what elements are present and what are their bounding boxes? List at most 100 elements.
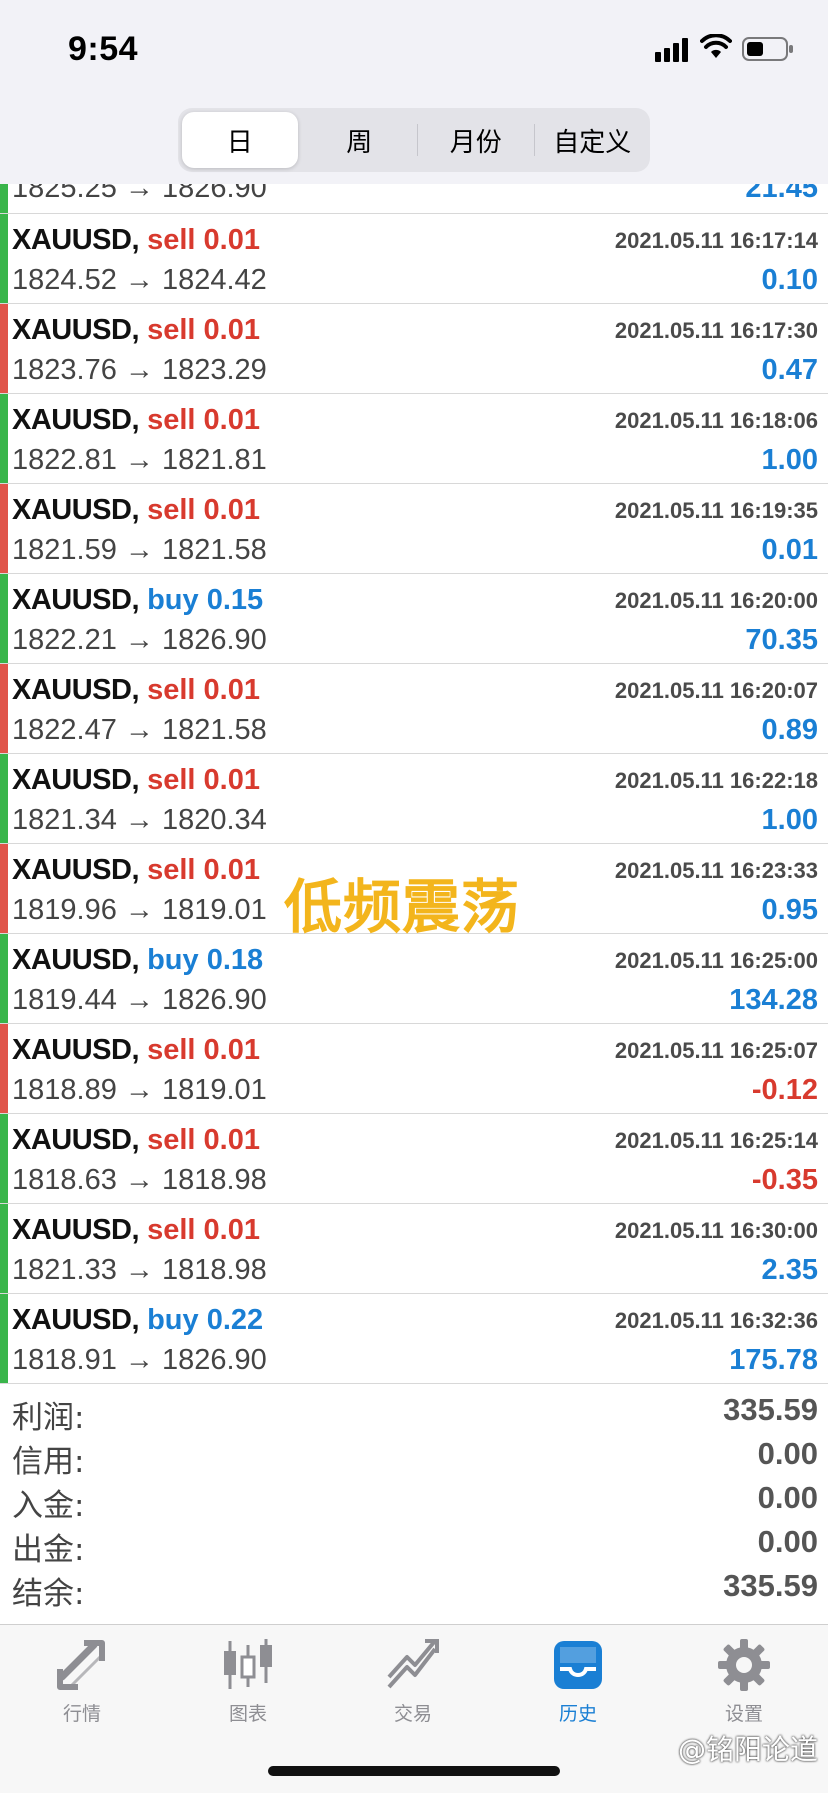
deal-symbol: XAUUSD, xyxy=(12,1034,140,1066)
deal-title: XAUUSD, buy 0.22 xyxy=(12,1304,263,1337)
deal-volume: 0.01 xyxy=(203,314,260,346)
deal-profit: 1.00 xyxy=(761,444,818,476)
deal-symbol: XAUUSD, xyxy=(12,584,140,616)
tab-quotes[interactable]: 行情 xyxy=(22,1637,142,1726)
tab-charts[interactable]: 图表 xyxy=(188,1637,308,1726)
deal-profit: 0.10 xyxy=(761,264,818,296)
candlestick-chart-icon xyxy=(224,1639,272,1689)
deal-symbol: XAUUSD, xyxy=(12,674,140,706)
deal-profit: 0.47 xyxy=(761,354,818,386)
author-watermark: @铭阳论道 xyxy=(677,1733,818,1766)
deal-symbol: XAUUSD, xyxy=(12,494,140,526)
credit-label: 信用: xyxy=(12,1444,85,1480)
tab-trade[interactable]: 交易 xyxy=(353,1637,473,1726)
deal-prices: 1823.76 → 1823.29 xyxy=(12,354,267,386)
deal-row[interactable]: XAUUSD, buy 0.18 2021.05.11 16:25:00 1819.… xyxy=(0,934,828,1024)
trade-chart-icon xyxy=(387,1639,439,1689)
deal-side: sell xyxy=(147,674,196,706)
deal-symbol: XAUUSD, xyxy=(12,854,140,886)
tab-history-label: 历史 xyxy=(558,1703,597,1725)
deal-profit: -0.35 xyxy=(751,1164,818,1196)
deal-prices: 1821.34 → 1820.34 xyxy=(12,804,267,836)
deal-row[interactable]: 1825.25 → 1826.90 21.45 xyxy=(0,184,828,214)
deal-profit: 21.45 xyxy=(745,184,818,204)
deal-symbol: XAUUSD, xyxy=(12,1124,140,1156)
deal-title: XAUUSD, sell 0.01 xyxy=(12,1214,260,1247)
deal-row[interactable]: XAUUSD, sell 0.01 2021.05.11 16:22:18 1821… xyxy=(0,754,828,844)
deal-volume: 0.01 xyxy=(203,1124,260,1156)
deal-row[interactable]: XAUUSD, sell 0.01 2021.05.11 16:25:14 1818… xyxy=(0,1114,828,1204)
summary-row-credit: 信用: 0.00 xyxy=(0,1434,828,1480)
deal-symbol: XAUUSD, xyxy=(12,1214,140,1246)
deal-side: sell xyxy=(147,1214,196,1246)
deal-symbol: XAUUSD, xyxy=(12,314,140,346)
deal-row[interactable]: XAUUSD, sell 0.01 2021.05.11 16:20:07 1822… xyxy=(0,664,828,754)
deal-datetime: 2021.05.11 16:20:07 xyxy=(614,678,818,703)
direction-bar xyxy=(0,214,8,303)
tab-settings[interactable]: 设置 xyxy=(684,1637,804,1726)
deal-row[interactable]: XAUUSD, buy 0.15 2021.05.11 16:20:00 1822.… xyxy=(0,574,828,664)
direction-bar xyxy=(0,1114,8,1203)
deal-title: XAUUSD, buy 0.18 xyxy=(12,944,263,977)
deal-symbol: XAUUSD, xyxy=(12,1304,140,1336)
credit-value: 0.00 xyxy=(757,1436,818,1471)
tab-week[interactable]: 周 xyxy=(302,108,418,172)
deal-symbol: XAUUSD, xyxy=(12,224,140,256)
period-selector-bar: 日 周 月份 自定义 xyxy=(0,100,828,184)
deal-side: buy xyxy=(147,584,199,616)
profit-value: 335.59 xyxy=(723,1392,818,1427)
deal-row[interactable]: XAUUSD, sell 0.01 2021.05.11 16:17:14 1824… xyxy=(0,214,828,304)
deal-title: XAUUSD, sell 0.01 xyxy=(12,764,260,797)
tab-day[interactable]: 日 xyxy=(182,112,298,168)
deal-prices: 1822.81 → 1821.81 xyxy=(12,444,267,476)
direction-bar xyxy=(0,484,8,573)
deal-row[interactable]: XAUUSD, sell 0.01 2021.05.11 16:18:06 1822… xyxy=(0,394,828,484)
deposit-value: 0.00 xyxy=(757,1480,818,1515)
tab-history[interactable]: 历史 xyxy=(518,1637,638,1726)
tab-trade-label: 交易 xyxy=(393,1703,432,1725)
tab-custom[interactable]: 自定义 xyxy=(535,108,651,172)
deal-volume: 0.01 xyxy=(203,494,260,526)
deal-prices: 1821.33 → 1818.98 xyxy=(12,1254,267,1286)
cellular-signal-icon xyxy=(655,38,688,62)
deal-row[interactable]: XAUUSD, sell 0.01 2021.05.11 16:19:35 1821… xyxy=(0,484,828,574)
deal-profit: -0.12 xyxy=(751,1074,818,1106)
tab-month[interactable]: 月份 xyxy=(418,108,534,172)
deal-side: sell xyxy=(147,1034,196,1066)
profit-label: 利润: xyxy=(12,1400,85,1436)
deal-profit: 175.78 xyxy=(729,1344,818,1376)
tab-quotes-label: 行情 xyxy=(62,1703,101,1725)
deal-side: sell xyxy=(147,764,196,796)
deal-profit: 0.01 xyxy=(761,534,818,566)
home-indicator[interactable] xyxy=(268,1766,560,1776)
deal-row[interactable]: XAUUSD, sell 0.01 2021.05.11 16:25:07 1818… xyxy=(0,1024,828,1114)
period-segmented-control: 日 周 月份 自定义 xyxy=(178,108,650,172)
deal-volume: 0.01 xyxy=(203,224,260,256)
history-inbox-icon xyxy=(554,1641,602,1689)
deal-prices: 1818.91 → 1826.90 xyxy=(12,1344,267,1376)
deal-profit: 2.35 xyxy=(761,1254,818,1286)
history-deal-list[interactable]: 1825.25 → 1826.90 21.45 XAUUSD, sell 0.0… xyxy=(0,184,828,1384)
deal-row[interactable]: XAUUSD, sell 0.01 2021.05.11 16:30:00 1821… xyxy=(0,1204,828,1294)
direction-bar xyxy=(0,1294,8,1383)
deal-row[interactable]: XAUUSD, buy 0.22 2021.05.11 16:32:36 1818.… xyxy=(0,1294,828,1384)
direction-bar xyxy=(0,574,8,663)
deal-symbol: XAUUSD, xyxy=(12,764,140,796)
deal-profit: 1.00 xyxy=(761,804,818,836)
deal-profit: 0.89 xyxy=(761,714,818,746)
deal-profit: 70.35 xyxy=(745,624,818,656)
summary-section: 利润: 335.59 信用: 0.00 入金: 0.00 出金: 0.00 结余… xyxy=(0,1390,828,1612)
tab-settings-label: 设置 xyxy=(724,1703,763,1725)
deal-side: sell xyxy=(147,314,196,346)
deal-volume: 0.01 xyxy=(203,854,260,886)
deal-row[interactable]: XAUUSD, sell 0.01 2021.05.11 16:17:30 1823… xyxy=(0,304,828,394)
deal-title: XAUUSD, sell 0.01 xyxy=(12,314,260,347)
deal-prices: 1825.25 → 1826.90 xyxy=(12,184,267,204)
deal-volume: 0.18 xyxy=(206,944,264,976)
deal-profit: 0.95 xyxy=(761,894,818,926)
battery-icon xyxy=(742,37,793,61)
withdrawal-label: 出金: xyxy=(12,1532,85,1568)
deal-title: XAUUSD, sell 0.01 xyxy=(12,854,260,887)
deal-datetime: 2021.05.11 16:25:14 xyxy=(614,1128,818,1153)
direction-bar xyxy=(0,754,8,843)
